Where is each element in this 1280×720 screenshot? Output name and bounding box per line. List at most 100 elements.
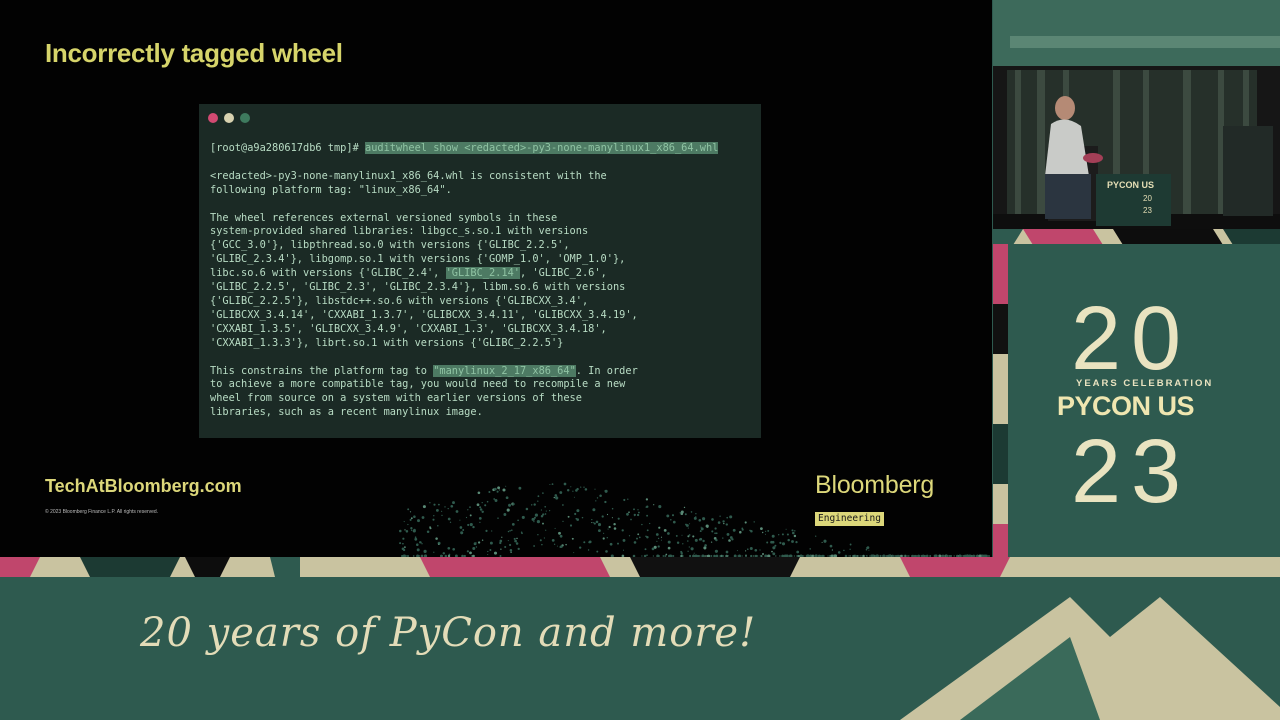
speckle-dot	[444, 506, 446, 508]
speckle-dot	[843, 549, 845, 552]
terminal-line: , 'GLIBC_2.6',	[519, 267, 607, 280]
speckle-dot	[505, 485, 507, 487]
year-bottom: 23	[1071, 422, 1192, 522]
speckle-dot	[655, 533, 659, 536]
speckle-dot	[868, 549, 870, 551]
speckle-dot	[508, 503, 511, 507]
speckle-dot	[516, 537, 518, 540]
terminal-line: 'GLIBC_2.3.4'}, libgomp.so.1 with versio…	[210, 253, 626, 266]
speckle-dot	[481, 510, 484, 514]
terminal-line: The wheel references external versioned …	[210, 211, 558, 224]
speckle-dot	[514, 539, 517, 543]
speckle-dot	[583, 541, 586, 544]
speckle-dot	[771, 540, 775, 544]
speckle-dot	[630, 518, 632, 521]
speckle-dot	[575, 489, 578, 492]
speckle-dot	[509, 549, 513, 552]
speckle-dot	[617, 542, 619, 545]
speckle-dot	[786, 533, 789, 536]
speckle-dot	[541, 543, 543, 546]
speckle-dot	[402, 548, 406, 552]
speckle-dot	[695, 516, 697, 518]
speckle-dot	[719, 515, 721, 517]
speckle-dot	[596, 550, 599, 553]
speckle-dot	[469, 514, 472, 517]
speckle-dot	[602, 537, 605, 540]
speckle-dot	[402, 537, 405, 540]
speckle-dot	[829, 544, 833, 548]
speckle-dot	[636, 513, 640, 517]
speckle-dot	[576, 509, 580, 513]
terminal-output: [root@a9a280617db6 tmp]# auditwheel show…	[210, 142, 755, 420]
speckle-dot	[644, 548, 647, 551]
speckle-dot	[675, 534, 678, 537]
speckle-dot	[413, 515, 416, 518]
speckle-dot	[494, 499, 498, 502]
speckle-dot	[558, 531, 561, 535]
speckle-dot	[462, 529, 465, 531]
celebration-label: YEARS CELEBRATION	[1076, 378, 1214, 389]
speckle-dot	[416, 543, 419, 546]
speckle-dot	[447, 517, 451, 521]
speckle-dot	[509, 530, 511, 532]
speckle-dot	[683, 506, 686, 509]
speckle-dot	[581, 516, 584, 519]
terminal-line: . In order	[575, 364, 638, 377]
speckle-dot	[504, 545, 507, 549]
speckle-dot	[521, 532, 523, 535]
speckle-dot	[621, 529, 624, 532]
speckle-dot	[562, 504, 564, 506]
speaker-camera-feed: PYCON US 20 23	[993, 66, 1280, 229]
speckle-dot	[521, 515, 525, 519]
speckle-dot	[493, 498, 496, 500]
speckle-dot	[717, 521, 721, 524]
speckle-dot	[660, 539, 662, 541]
speckle-dot	[414, 536, 417, 539]
speckle-dot	[403, 521, 405, 523]
speckle-dot	[592, 508, 596, 512]
terminal-line: following platform tag: "linux_x86_64".	[210, 183, 452, 196]
speckle-dot	[433, 503, 436, 506]
speckle-dot	[762, 531, 764, 534]
speckle-dot	[649, 522, 651, 525]
speckle-dot	[487, 553, 489, 556]
speckle-dot	[399, 542, 402, 545]
speckle-dot	[570, 486, 572, 488]
speckle-dot	[688, 546, 690, 548]
speckle-dot	[772, 546, 776, 550]
speckle-dot	[736, 550, 738, 552]
speckle-dot	[510, 551, 512, 554]
speckle-dot	[692, 535, 695, 538]
podium-sign: PYCON US	[1107, 180, 1154, 190]
terminal-line: system-provided shared libraries: libgcc…	[210, 225, 589, 238]
speckle-dot	[534, 513, 538, 517]
speckle-dot	[467, 523, 470, 527]
speckle-dot	[745, 550, 747, 552]
speckle-dot	[690, 511, 693, 513]
speckle-dot	[693, 552, 695, 554]
slide-title: Incorrectly tagged wheel	[45, 38, 343, 68]
terminal-line: libraries, such as a recent manylinux im…	[210, 406, 483, 419]
speckle-dot	[450, 504, 454, 508]
podium-year-top: 20	[1143, 194, 1152, 203]
speckle-dot	[606, 513, 609, 516]
speckle-dot	[771, 550, 773, 553]
speckle-dot	[497, 486, 501, 490]
speckle-dot	[409, 511, 412, 513]
speckle-dot	[465, 516, 468, 519]
speckle-dot	[726, 532, 730, 536]
speckle-dot	[711, 518, 714, 521]
speckle-dot	[623, 498, 626, 502]
speckle-dot	[517, 547, 520, 551]
speckle-dot	[429, 502, 431, 504]
terminal-line: {'GCC_3.0'}, libpthread.so.0 with versio…	[210, 239, 570, 252]
speckle-dot	[426, 530, 430, 534]
maximize-dot-icon	[240, 113, 250, 123]
speckle-dot	[437, 543, 440, 546]
speckle-dot	[575, 517, 578, 520]
speckle-dot	[684, 513, 687, 516]
decorative-strip	[0, 557, 1280, 577]
speckle-dot	[533, 545, 535, 547]
speckle-dot	[741, 527, 744, 530]
decorative-band	[993, 229, 1280, 245]
